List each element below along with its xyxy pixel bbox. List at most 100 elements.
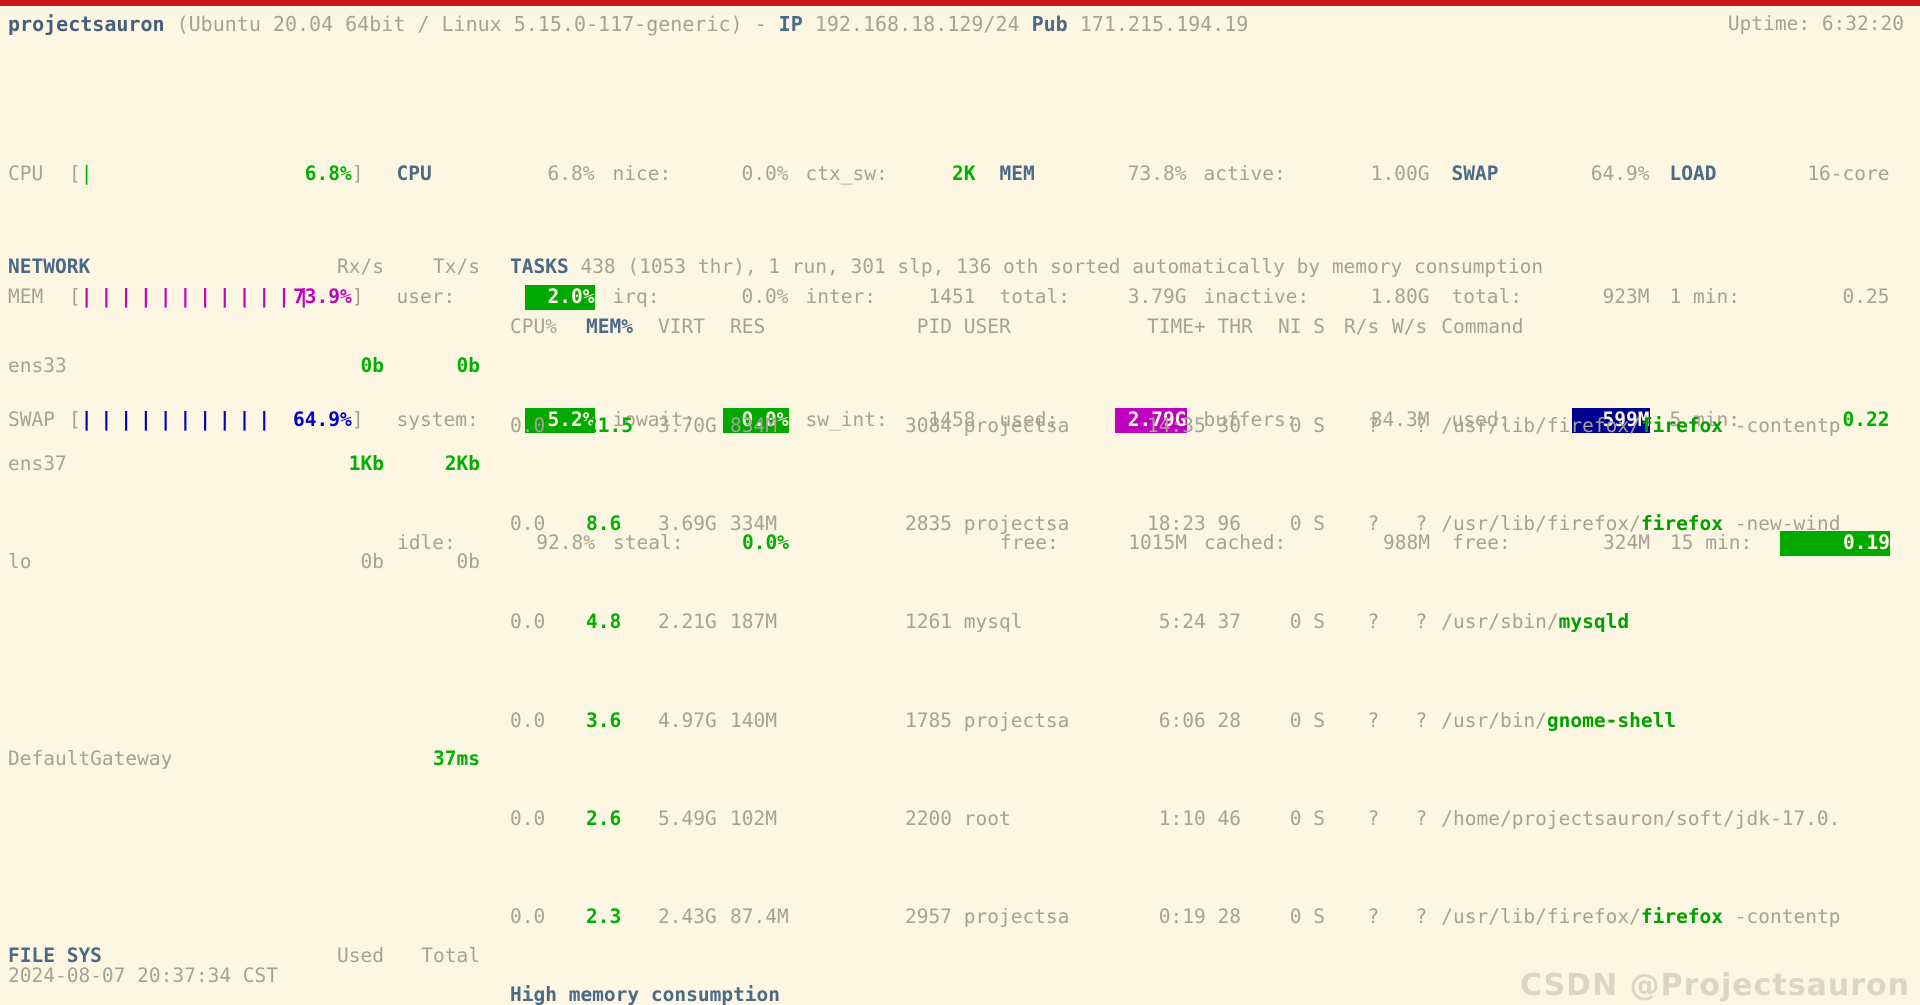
proc-nice: 0 <box>1289 511 1302 535</box>
network-interface-row[interactable]: lo 0b 0b <box>0 550 480 575</box>
col-header-user[interactable]: USER <box>964 315 1124 340</box>
proc-virt: 5.49G <box>658 807 717 831</box>
network-interface-row[interactable]: ens37 1Kb 2Kb <box>0 452 480 477</box>
proc-time: 1:10 <box>1158 807 1206 831</box>
mem-section-title: MEM <box>999 162 1035 186</box>
default-gateway-row[interactable]: DefaultGateway 37ms <box>0 747 480 772</box>
col-header-command[interactable]: Command <box>1441 315 1523 338</box>
proc-time: 0:19 <box>1158 905 1206 929</box>
proc-state: S <box>1313 905 1325 929</box>
proc-cmd-path: /usr/bin/ <box>1441 708 1547 732</box>
proc-read: ? <box>1367 905 1380 929</box>
col-header-pid[interactable]: PID <box>886 315 952 340</box>
proc-read: ? <box>1367 610 1380 634</box>
proc-cpu: 0.0 <box>510 807 546 831</box>
table-row[interactable]: 0.0 8.6 3.69G 334M 2835 projectsa 18:23 96 0 S… <box>510 512 1840 537</box>
proc-thr: 28 <box>1217 905 1241 929</box>
proc-mem: 2.6 <box>586 807 622 831</box>
col-header-mem[interactable]: MEM% <box>586 315 658 340</box>
proc-write: ? <box>1415 905 1428 929</box>
col-header-write[interactable]: W/s <box>1379 315 1427 340</box>
col-header-cpu[interactable]: CPU% <box>510 315 586 340</box>
quicklook-cpu-bar: | <box>80 162 101 186</box>
cpu-section-title: CPU <box>396 162 432 186</box>
proc-virt: 2.43G <box>658 905 717 929</box>
proc-time: 14:35 <box>1147 413 1206 437</box>
proc-cmd-name: firefox <box>1640 511 1724 535</box>
proc-nice: 0 <box>1289 708 1302 732</box>
network-iface-tx: 0b <box>456 550 480 574</box>
col-header-state[interactable]: S <box>1313 315 1331 340</box>
network-iface-rx: 0b <box>360 353 384 377</box>
proc-cpu: 0.0 <box>510 413 546 437</box>
spacer-row <box>0 845 480 870</box>
proc-state: S <box>1313 413 1325 437</box>
proc-cmd-args: -contentp <box>1723 905 1841 929</box>
proc-time: 5:24 <box>1158 610 1206 634</box>
table-row[interactable]: 0.0 3.6 4.97G 140M 1785 projectsa 6:06 28 0 S?… <box>510 709 1840 734</box>
filesys-used-header: Used <box>337 943 384 967</box>
proc-cmd-path: /usr/sbin/ <box>1441 610 1559 634</box>
proc-nice: 0 <box>1289 807 1302 831</box>
proc-cpu: 0.0 <box>510 708 546 732</box>
glances-terminal-screen: projectsauron (Ubuntu 20.04 64bit / Linu… <box>0 6 1920 1005</box>
network-iface-rx: 0b <box>360 550 384 574</box>
proc-mem: 8.6 <box>586 511 622 535</box>
proc-thr: 28 <box>1217 708 1241 732</box>
col-header-ni[interactable]: NI <box>1256 315 1301 340</box>
col-header-time[interactable]: TIME+ <box>1124 315 1206 340</box>
network-header-row: NETWORK Rx/s Tx/s <box>0 255 480 280</box>
proc-virt: 2.21G <box>658 610 717 634</box>
proc-time: 18:23 <box>1147 511 1206 535</box>
quicklook-row-cpu[interactable]: CPU [| 6.8%] CPU 6.8% nice: 0.0% ctx_sw: 2K MEM 73… <box>0 162 1890 187</box>
footer-bar: 2024-08-07 20:37:34 CST <box>0 964 278 989</box>
table-row[interactable]: 0.0 21.5 3.70G 834M 3084 projectsa 14:35 30 0 … <box>510 414 1840 439</box>
proc-res: 187M <box>730 610 777 634</box>
ip-value: 192.168.18.129/24 <box>814 12 1020 36</box>
network-iface-rx: 1Kb <box>348 451 384 475</box>
mem-total-percent: 73.8% <box>1127 162 1187 186</box>
proc-cmd-name: firefox <box>1640 905 1724 929</box>
proc-res: 834M <box>730 413 777 437</box>
proc-res: 140M <box>730 708 777 732</box>
table-row[interactable]: 0.0 2.3 2.43G 87.4M 2957 projectsa 0:19 28 0 S… <box>510 905 1840 930</box>
network-interface-row[interactable]: ens33 0b 0b <box>0 354 480 379</box>
network-iface-tx: 0b <box>456 353 480 377</box>
network-iface-name: ens33 <box>8 353 67 377</box>
spacer-row <box>0 649 480 674</box>
cpu-ctxsw-label: ctx_sw: <box>805 162 888 186</box>
alert-title-row: High memory consumption <box>510 983 1003 1005</box>
default-gateway-latency: 37ms <box>433 747 480 771</box>
left-sidebar-panel: NETWORK Rx/s Tx/s ens33 0b 0b ens37 1Kb 2Kb lo… <box>0 206 480 1005</box>
proc-cpu: 0.0 <box>510 905 546 929</box>
proc-pid: 1261 <box>905 610 952 634</box>
col-header-thr[interactable]: THR <box>1218 315 1256 340</box>
proc-nice: 0 <box>1289 905 1302 929</box>
table-row[interactable]: 0.0 4.8 2.21G 187M 1261 mysql 5:24 37 0 S?? /us… <box>510 610 1840 635</box>
col-header-virt[interactable]: VIRT <box>658 315 730 340</box>
proc-thr: 46 <box>1217 807 1241 831</box>
network-rx-header: Rx/s <box>337 255 384 279</box>
uptime-block: Uptime: 6:32:20 <box>1728 12 1904 37</box>
proc-write: ? <box>1415 413 1428 437</box>
proc-read: ? <box>1367 413 1380 437</box>
process-table-header[interactable]: CPU% MEM% VIRT RES PID USER TIME+ THR NI S R/s W… <box>510 315 1840 340</box>
col-header-res[interactable]: RES <box>730 315 886 340</box>
proc-cmd-name: firefox <box>1640 413 1724 437</box>
network-section-title: NETWORK <box>8 255 91 279</box>
col-header-read[interactable]: R/s <box>1331 315 1379 340</box>
proc-thr: 30 <box>1217 413 1241 437</box>
uptime-value: 6:32:20 <box>1821 12 1904 35</box>
table-row[interactable]: 0.0 2.6 5.49G 102M 2200 root 1:10 46 0 S?? /hom… <box>510 807 1840 832</box>
proc-state: S <box>1313 610 1325 634</box>
proc-pid: 1785 <box>905 708 952 732</box>
proc-cmd-args: -contentp <box>1723 413 1841 437</box>
process-table[interactable]: CPU% MEM% VIRT RES PID USER TIME+ THR NI S R/s W… <box>510 266 1840 1005</box>
proc-user: projectsa <box>963 708 1070 732</box>
network-tx-header: Tx/s <box>433 255 480 279</box>
proc-cpu: 0.0 <box>510 610 546 634</box>
proc-mem: 2.3 <box>586 905 622 929</box>
proc-cmd-path: /home/projectsauron/soft/jdk-17.0. <box>1441 807 1841 831</box>
footer-timestamp: 2024-08-07 20:37:34 CST <box>8 964 279 987</box>
proc-virt: 4.97G <box>658 708 717 732</box>
